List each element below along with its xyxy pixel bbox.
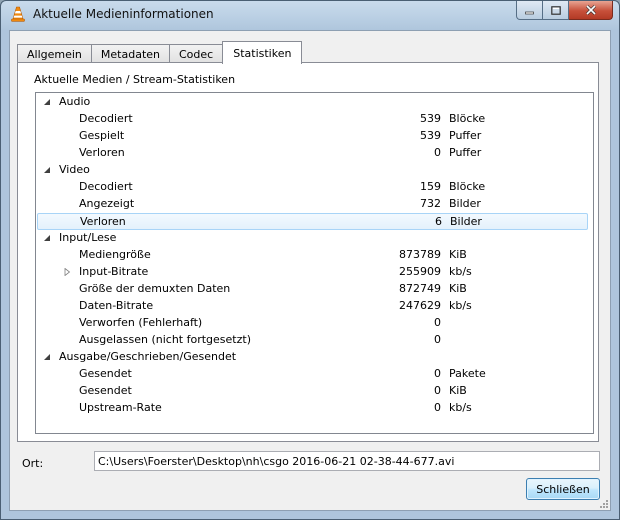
tree-row-unit: Blöcke [449,180,486,193]
tree-expanded-icon[interactable] [43,98,51,106]
tree-row-value: 255909 [399,265,441,278]
tree-group-row[interactable]: Ausgabe/Geschrieben/Gesendet [37,349,588,366]
tree-row-value: 0 [434,401,441,414]
tree-row-value: 872749 [399,282,441,295]
tree-row-unit: KiB [449,248,467,261]
tree-row-value: 732 [420,197,441,210]
tree-item-row[interactable]: Input-Bitrate 255909 kb/s [37,264,588,281]
tree-item-row[interactable]: Mediengröße 873789 KiB [37,247,588,264]
tree-row-unit: KiB [449,282,467,295]
tree-row-value: 0 [434,146,441,159]
dialog-client-area: Allgemein Metadaten Codec Statistiken Ak… [9,30,611,511]
tree-row-value: 539 [420,112,441,125]
tree-collapsed-icon[interactable] [63,268,71,276]
tree-row-label: Input-Bitrate [79,265,149,278]
tree-row-unit: kb/s [449,401,472,414]
tree-row-value: 159 [420,180,441,193]
tree-row-value: 6 [435,215,442,228]
tree-item-row[interactable]: Upstream-Rate 0 kb/s [37,400,588,417]
tree-row-value: 0 [434,367,441,380]
tree-group-row[interactable]: Video [37,162,588,179]
tree-row-label: Gespielt [79,129,125,142]
maximize-button[interactable] [543,1,569,20]
tree-item-row[interactable]: Verloren 6 Bilder [37,213,588,230]
tab-strip: Allgemein Metadaten Codec Statistiken [17,41,303,64]
tree-item-row[interactable]: Decodiert 539 Blöcke [37,111,588,128]
tree-row-label: Verloren [79,146,125,159]
tree-row-unit: kb/s [449,265,472,278]
close-window-button[interactable] [569,1,613,20]
tree-row-unit: Pakete [449,367,486,380]
tree-row-value: 0 [434,384,441,397]
tree-row-label: Angezeigt [79,197,135,210]
tree-row-label: Video [59,163,90,176]
panel-heading: Aktuelle Medien / Stream-Statistiken [34,73,236,86]
tree-expanded-icon[interactable] [43,166,51,174]
vlc-cone-icon [11,6,25,22]
resize-grip-icon[interactable] [599,499,609,509]
tree-row-label: Upstream-Rate [79,401,162,414]
tree-row-unit: Bilder [449,197,481,210]
tree-group-row[interactable]: Input/Lese [37,230,588,247]
tree-row-label: Größe der demuxten Daten [79,282,231,295]
tree-item-row[interactable]: Angezeigt 732 Bilder [37,196,588,213]
tree-item-row[interactable]: Gespielt 539 Puffer [37,128,588,145]
tree-row-label: Input/Lese [59,231,117,244]
tab-statistiken[interactable]: Statistiken [222,41,303,64]
tab-codec[interactable]: Codec [169,44,224,63]
tree-expanded-icon[interactable] [43,234,51,242]
maximize-icon [550,5,561,15]
tab-metadaten[interactable]: Metadaten [90,44,170,63]
tree-row-label: Ausgabe/Geschrieben/Gesendet [59,350,237,363]
tab-allgemein[interactable]: Allgemein [17,44,92,63]
tree-row-unit: Puffer [449,146,482,159]
tree-item-row[interactable]: Decodiert 159 Blöcke [37,179,588,196]
tree-item-row[interactable]: Größe der demuxten Daten 872749 KiB [37,281,588,298]
tree-item-row[interactable]: Daten-Bitrate 247629 kb/s [37,298,588,315]
close-icon [585,5,596,15]
tree-item-row[interactable]: Verworfen (Fehlerhaft) 0 [37,315,588,332]
tree-row-label: Verloren [80,215,126,228]
minimize-button[interactable] [516,1,543,20]
tree-item-row[interactable]: Ausgelassen (nicht fortgesetzt) 0 [37,332,588,349]
caption-buttons [516,1,613,20]
tree-row-unit: kb/s [449,299,472,312]
tree-row-value: 873789 [399,248,441,261]
tree-row-unit: Puffer [449,129,482,142]
tree-row-label: Decodiert [79,180,133,193]
tree-row-label: Mediengröße [79,248,151,261]
close-button[interactable]: Schließen [526,478,600,500]
tree-row-value: 247629 [399,299,441,312]
tree-item-row[interactable]: Gesendet 0 Pakete [37,366,588,383]
tree-expanded-icon[interactable] [43,353,51,361]
tree-row-label: Verworfen (Fehlerhaft) [79,316,203,329]
tree-row-unit: Bilder [450,215,482,228]
tree-row-value: 0 [434,333,441,346]
location-label: Ort: [22,457,44,470]
tree-row-label: Daten-Bitrate [79,299,154,312]
tree-item-row[interactable]: Verloren 0 Puffer [37,145,588,162]
tree-group-row[interactable]: Audio [37,94,588,111]
tree-row-label: Gesendet [79,367,132,380]
tree-row-label: Decodiert [79,112,133,125]
tree-row-label: Ausgelassen (nicht fortgesetzt) [79,333,251,346]
dialog-window: Aktuelle Medieninformationen Allgemein M… [0,0,620,520]
window-title: Aktuelle Medieninformationen [33,7,214,21]
tree-row-value: 539 [420,129,441,142]
statistics-panel: Aktuelle Medien / Stream-Statistiken Aud… [17,62,599,442]
statistics-tree[interactable]: Audio Decodiert 539 Blöcke Gespielt 539 Puffer… [35,92,594,434]
minimize-icon [525,11,534,14]
location-field[interactable]: C:\Users\Foerster\Desktop\nh\csgo 2016-0… [94,451,600,471]
tree-row-unit: Blöcke [449,112,486,125]
tree-row-value: 0 [434,316,441,329]
title-bar[interactable]: Aktuelle Medieninformationen [1,1,619,29]
tree-item-row[interactable]: Gesendet 0 KiB [37,383,588,400]
tree-row-label: Audio [59,95,91,108]
tree-row-unit: KiB [449,384,467,397]
tree-row-label: Gesendet [79,384,132,397]
